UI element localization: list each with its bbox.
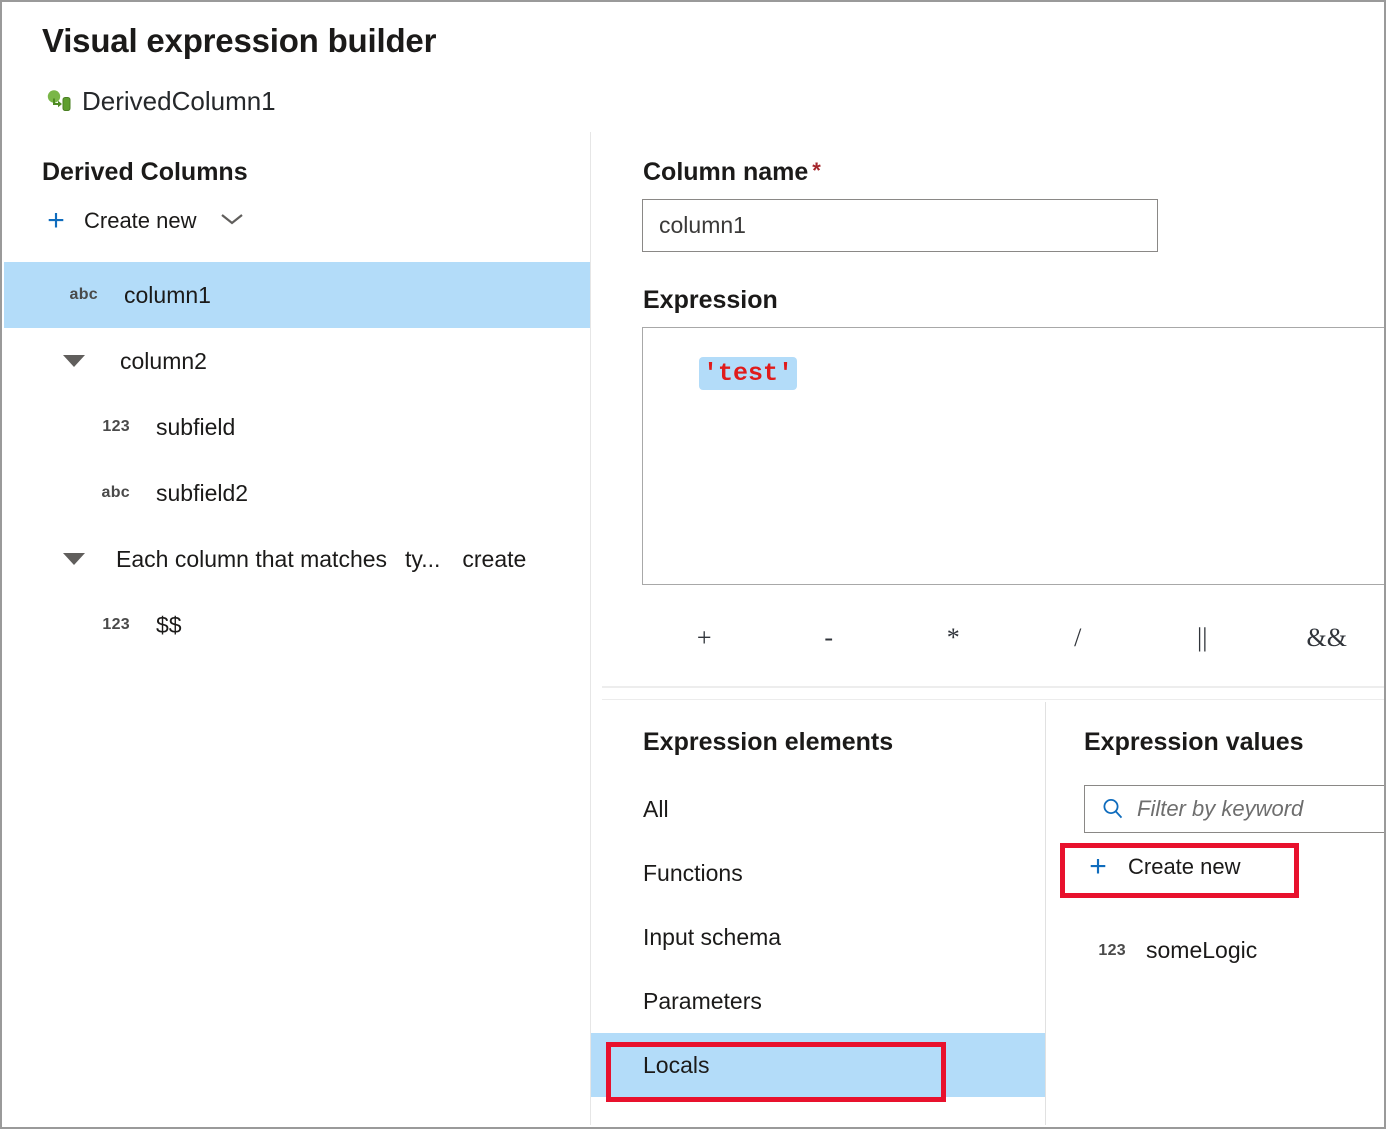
operator-minus-button[interactable]: -: [767, 623, 892, 653]
derived-column-icon: [46, 89, 72, 115]
tree-item-dollar-dollar[interactable]: 123 $$: [4, 592, 590, 658]
operator-toolbar: + - * / || &&: [642, 612, 1386, 664]
rule-type-link[interactable]: ty...: [405, 546, 440, 573]
type-badge-123: 123: [86, 616, 130, 634]
type-badge-123: 123: [86, 418, 130, 436]
expression-label: Expression: [643, 286, 778, 315]
derived-columns-heading: Derived Columns: [42, 158, 248, 187]
required-asterisk: *: [812, 158, 821, 183]
type-badge-123: 123: [1082, 942, 1126, 960]
plus-icon: +: [42, 206, 70, 236]
plus-icon: +: [1084, 852, 1112, 882]
create-new-column-button[interactable]: + Create new: [42, 206, 245, 236]
derived-columns-tree: abc column1 column2 123 subfield abc sub…: [4, 262, 590, 658]
expression-elements-heading: Expression elements: [643, 728, 893, 757]
derived-columns-panel: Derived Columns + Create new abc column1…: [4, 132, 590, 1125]
tree-item-column1[interactable]: abc column1: [4, 262, 590, 328]
tree-item-label: column1: [124, 282, 211, 309]
search-icon: [1101, 797, 1125, 821]
create-new-value-label: Create new: [1128, 854, 1241, 880]
page-title: Visual expression builder: [42, 22, 436, 60]
column-name-label-text: Column name: [643, 158, 808, 186]
column-name-input[interactable]: [642, 199, 1158, 252]
tree-item-subfield[interactable]: 123 subfield: [4, 394, 590, 460]
filter-search-box[interactable]: Filter by keyword: [1084, 785, 1386, 833]
tree-item-subfield2[interactable]: abc subfield2: [4, 460, 590, 526]
expression-editor[interactable]: 'test': [642, 327, 1386, 585]
breadcrumb: DerivedColumn1: [46, 86, 276, 117]
operator-plus-button[interactable]: +: [642, 623, 767, 653]
operator-or-button[interactable]: ||: [1140, 623, 1265, 653]
expression-token[interactable]: 'test': [699, 357, 797, 390]
create-new-label: Create new: [84, 208, 197, 234]
rule-prefix-label: Each column that matches: [116, 546, 387, 573]
expression-values-heading: Expression values: [1084, 728, 1304, 757]
section-separator-top: [602, 686, 1384, 688]
caret-expanded-icon[interactable]: [54, 553, 94, 565]
rule-suffix-label: create: [462, 546, 526, 573]
tree-item-label: subfield: [156, 414, 235, 441]
element-item-locals[interactable]: Locals: [591, 1033, 1046, 1097]
column-name-label: Column name*: [643, 158, 821, 187]
type-badge-abc: abc: [54, 286, 98, 304]
type-badge-abc: abc: [86, 484, 130, 502]
tree-item-label: subfield2: [156, 480, 248, 507]
value-item-somelogic[interactable]: 123 someLogic: [1082, 937, 1257, 964]
section-separator-bottom: [602, 699, 1384, 700]
tree-item-column2[interactable]: column2: [4, 328, 590, 394]
element-item-parameters[interactable]: Parameters: [591, 969, 1046, 1033]
create-new-value-button[interactable]: + Create new: [1084, 852, 1241, 882]
tree-item-label: column2: [120, 348, 207, 375]
bottom-panel-divider: [1045, 702, 1046, 1125]
operator-and-button[interactable]: &&: [1265, 623, 1386, 653]
chevron-down-icon[interactable]: [219, 211, 245, 232]
element-item-input-schema[interactable]: Input schema: [591, 905, 1046, 969]
tree-item-label: $$: [156, 612, 182, 639]
operator-divide-button[interactable]: /: [1016, 623, 1141, 653]
expression-elements-list: All Functions Input schema Parameters Lo…: [591, 777, 1046, 1097]
breadcrumb-label: DerivedColumn1: [82, 86, 276, 117]
operator-multiply-button[interactable]: *: [891, 623, 1016, 653]
value-item-label: someLogic: [1146, 937, 1257, 964]
element-item-all[interactable]: All: [591, 777, 1046, 841]
tree-item-column-pattern-rule[interactable]: Each column that matches ty... create: [4, 526, 590, 592]
filter-input-placeholder[interactable]: Filter by keyword: [1137, 796, 1303, 822]
caret-expanded-icon[interactable]: [54, 355, 94, 367]
element-item-functions[interactable]: Functions: [591, 841, 1046, 905]
visual-expression-builder-window: Visual expression builder DerivedColumn1…: [0, 0, 1386, 1129]
